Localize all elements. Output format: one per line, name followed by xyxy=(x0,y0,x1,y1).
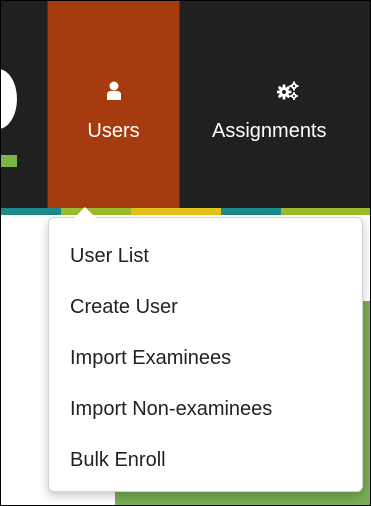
menu-item-user-list[interactable]: User List xyxy=(49,238,362,289)
nav-label-assignments: Assignments xyxy=(212,120,327,142)
nav-label-users: Users xyxy=(87,120,140,142)
color-stripe xyxy=(1,208,370,215)
dropdown-caret xyxy=(74,207,96,218)
gears-icon xyxy=(182,81,370,103)
user-icon xyxy=(48,81,179,103)
nav-item-users[interactable]: Users xyxy=(47,1,180,208)
menu-item-create-user[interactable]: Create User xyxy=(49,289,362,340)
menu-item-bulk-enroll[interactable]: Bulk Enroll xyxy=(49,442,362,493)
menu-item-import-non-examinees[interactable]: Import Non-examinees xyxy=(49,391,362,442)
logo-shape xyxy=(1,69,17,129)
logo-accent xyxy=(1,155,17,167)
brand-logo[interactable] xyxy=(1,59,19,167)
app-frame: Users Assignments User List Create User … xyxy=(0,0,371,506)
menu-item-import-examinees[interactable]: Import Examinees xyxy=(49,340,362,391)
top-navbar: Users Assignments xyxy=(1,1,370,208)
nav-item-assignments[interactable]: Assignments xyxy=(182,1,370,208)
users-dropdown-menu: User List Create User Import Examinees I… xyxy=(48,217,363,492)
